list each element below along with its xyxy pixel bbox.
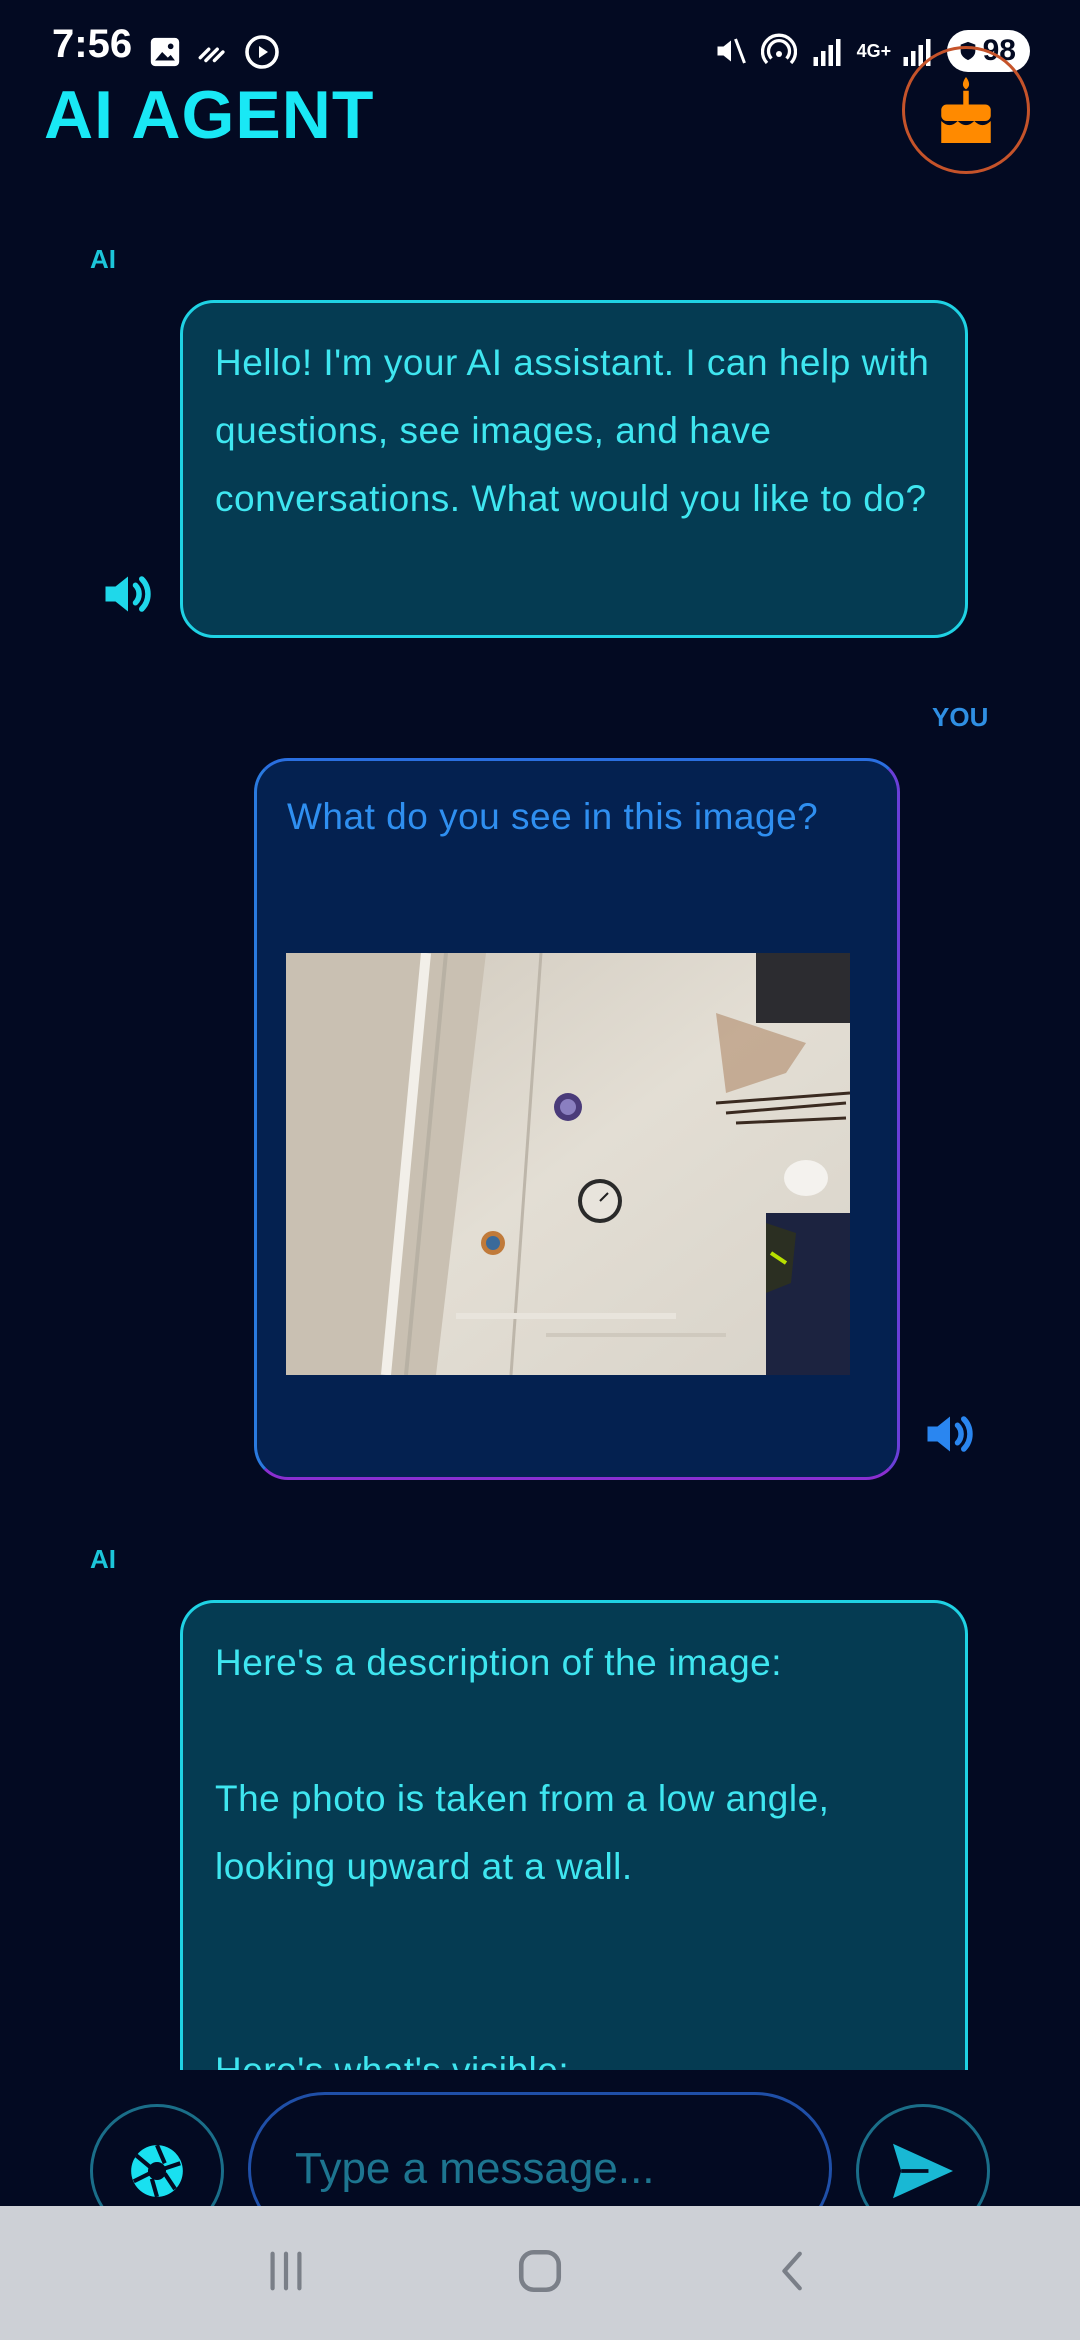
signal-icon-1	[813, 39, 841, 66]
recent-apps-icon	[270, 2251, 302, 2290]
mute-icon	[717, 38, 746, 64]
recent-apps-button[interactable]	[263, 2248, 309, 2299]
ai-message-bubble: Hello! I'm your AI assistant. I can help…	[180, 300, 968, 638]
ai-message-line-1: Here's a description of the image:	[215, 1642, 783, 1683]
ai-message-text: Hello! I'm your AI assistant. I can help…	[215, 342, 930, 519]
attached-photo[interactable]	[286, 953, 850, 1375]
send-icon	[893, 2143, 953, 2199]
network-type-label: 4G+	[856, 41, 892, 61]
status-left-icons	[148, 30, 280, 74]
hotspot-icon	[760, 33, 797, 65]
status-time: 7:56	[52, 22, 133, 66]
cake-icon	[941, 77, 991, 143]
speaker-icon	[927, 1416, 973, 1452]
speaker-button-user[interactable]	[920, 1404, 980, 1469]
speaker-button-ai-1[interactable]	[98, 564, 158, 629]
camera-aperture-icon	[131, 2144, 183, 2198]
speaker-icon	[105, 576, 151, 612]
app-title: AI AGENT	[44, 77, 375, 153]
home-icon	[518, 2249, 562, 2292]
sender-label-ai: AI	[90, 244, 116, 274]
system-nav-bar	[0, 2206, 1080, 2340]
gallery-icon	[150, 37, 180, 67]
photo-image	[286, 953, 850, 1375]
ai-message-bubble-2: Here's a description of the image: The p…	[180, 1600, 968, 2120]
cake-button[interactable]	[902, 46, 1030, 174]
sender-label-ai-2: AI	[90, 1544, 116, 1574]
signal-wave-icon	[198, 47, 225, 63]
ai-message-line-2: The photo is taken from a low angle, loo…	[215, 1778, 830, 1887]
user-message-text: What do you see in this image?	[287, 796, 819, 837]
media-play-icon	[245, 35, 279, 69]
home-button[interactable]	[515, 2246, 565, 2301]
sender-label-you: YOU	[932, 702, 989, 732]
back-button[interactable]	[771, 2248, 817, 2299]
back-icon	[782, 2251, 802, 2290]
